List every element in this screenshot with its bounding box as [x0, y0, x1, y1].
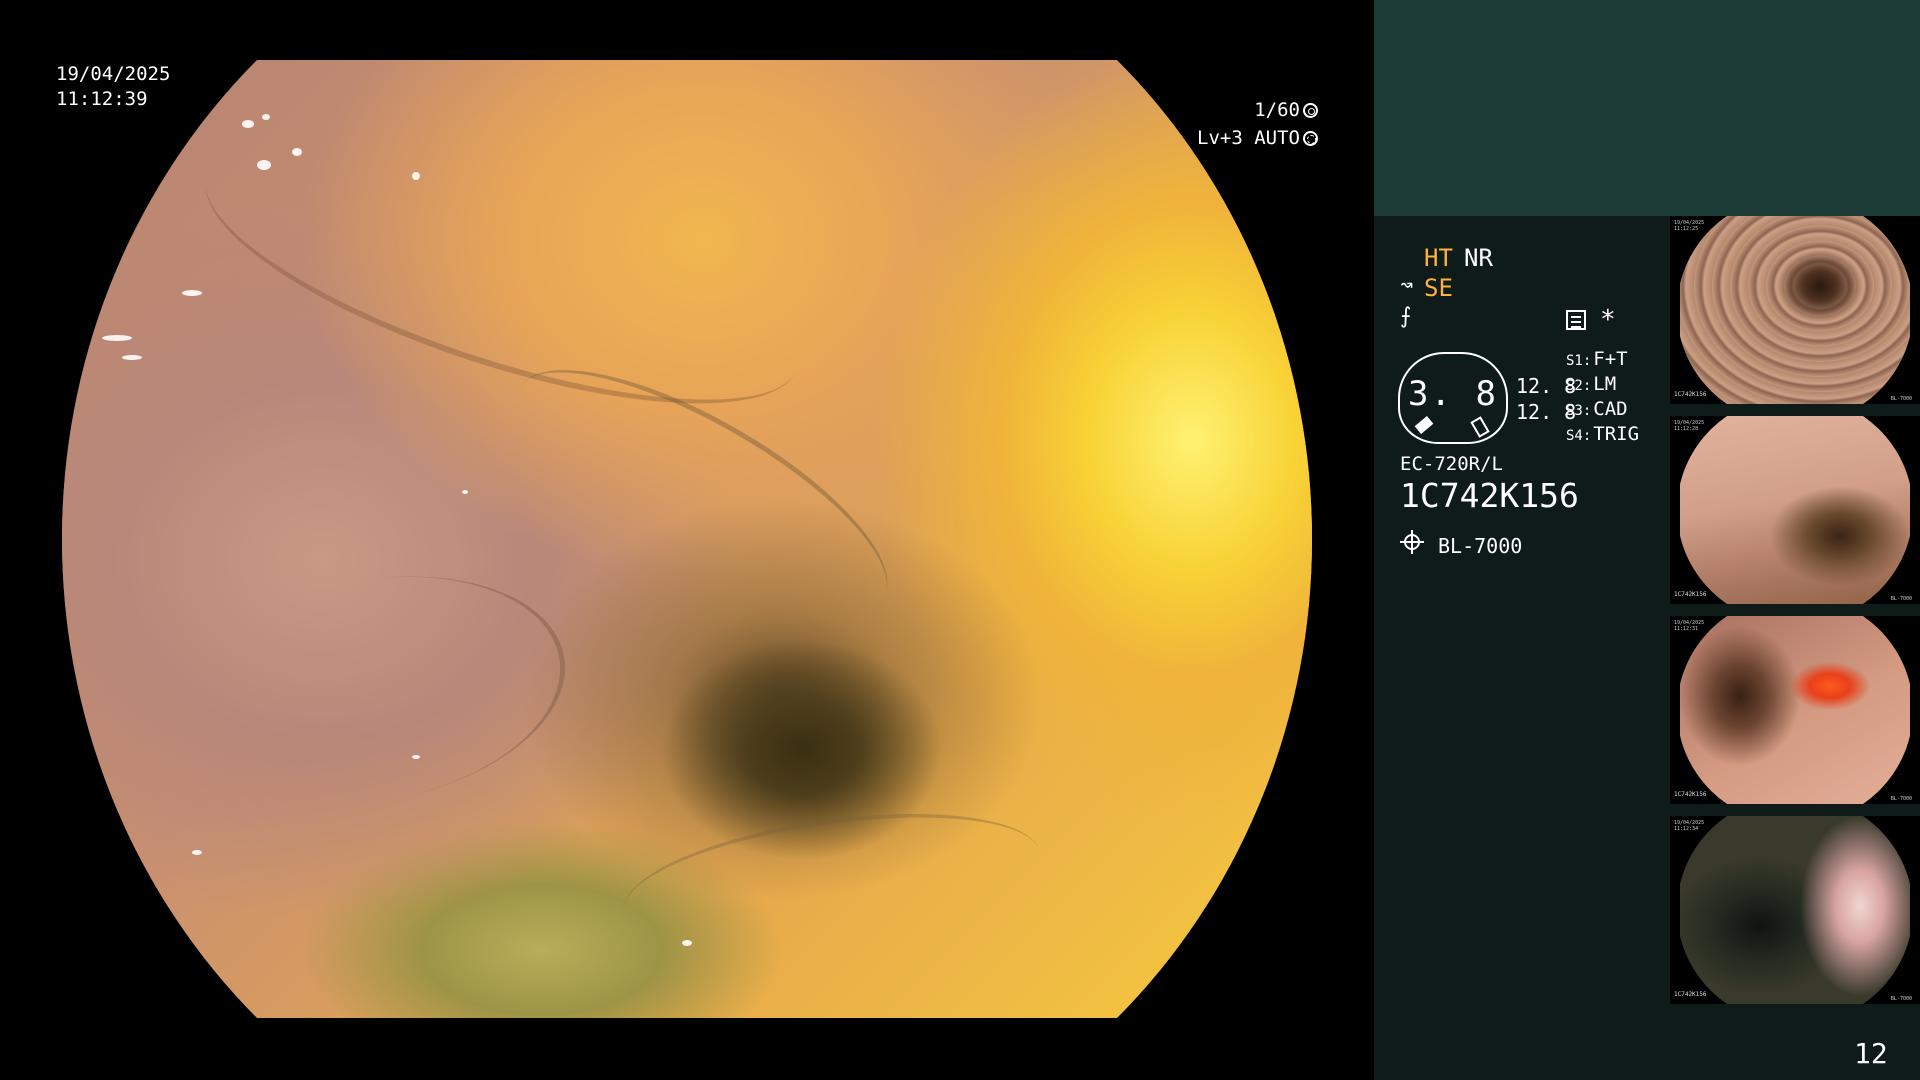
endoscope-live-view: [62, 60, 1312, 1018]
light-source-model: BL-7000: [1438, 534, 1523, 558]
light-source-icon: [1400, 530, 1424, 554]
thumbnail-serial: 1C742K156: [1674, 791, 1707, 798]
light-reflection: [102, 335, 132, 341]
brightness-level: Lv+3 AUTO: [1197, 127, 1300, 149]
scope-serial: 1C742K156: [1400, 476, 1579, 515]
se-indicator: SE: [1424, 274, 1453, 302]
thumbnail-serial: 1C742K156: [1674, 591, 1707, 598]
thumbnail-light: BL-7000: [1890, 396, 1912, 402]
thumbnail-image: [1680, 816, 1910, 1004]
thumbnail-timestamp: 19/04/2025 11:12:28: [1674, 420, 1704, 432]
gauge-marker-icon: [1414, 416, 1434, 434]
light-reflection: [182, 290, 202, 296]
light-reflection: [122, 355, 142, 360]
light-reflection: [682, 940, 692, 946]
mucosal-fold: [483, 324, 921, 661]
captured-thumbnail-1[interactable]: 19/04/2025 11:12:25 1C742K156 BL-7000: [1670, 216, 1920, 404]
switch-value: LM: [1593, 373, 1617, 395]
light-reflection: [462, 490, 468, 494]
thumbnail-timestamp: 19/04/2025 11:12:31: [1674, 620, 1704, 632]
light-reflection: [262, 114, 270, 120]
light-reflection: [292, 148, 302, 156]
thumbnail-light: BL-7000: [1890, 796, 1912, 802]
thumbnail-serial: 1C742K156: [1674, 991, 1707, 998]
switch-value: F+T: [1593, 348, 1628, 370]
record-list-icon: [1566, 310, 1586, 330]
panel-header-area: [1374, 0, 1920, 216]
light-reflection: [242, 120, 254, 128]
auto-iris-icon: [1303, 131, 1318, 146]
captured-thumbnail-4[interactable]: 19/04/2025 11:12:34 1C742K156 BL-7000: [1670, 816, 1920, 1004]
switch-assignment-2: S2: LM: [1566, 373, 1616, 395]
mucosal-fold: [165, 548, 584, 832]
switch-assignment-1: S1: F+T: [1566, 348, 1628, 370]
thumbnail-timestamp: 19/04/2025 11:12:25: [1674, 220, 1704, 232]
switch-key: S4:: [1566, 428, 1592, 444]
switch-key: S2:: [1566, 378, 1592, 394]
asterisk-indicator: *: [1600, 305, 1616, 335]
shutter-readout: 1/60: [1254, 98, 1318, 122]
captured-thumbnail-2[interactable]: 19/04/2025 11:12:28 1C742K156 BL-7000: [1670, 416, 1920, 604]
thumbnail-light: BL-7000: [1890, 996, 1912, 1002]
capture-date: 19/04/2025: [56, 63, 171, 85]
gauge-marker-outline-icon: [1470, 416, 1490, 438]
thumbnail-light: BL-7000: [1890, 596, 1912, 602]
shutter-icon: [1303, 103, 1318, 118]
structure-enhance-icon: ↝: [1400, 273, 1414, 298]
thumbnail-serial: 1C742K156: [1674, 391, 1707, 398]
thumbnail-timestamp: 19/04/2025 11:12:34: [1674, 820, 1704, 832]
shutter-value: 1/60: [1254, 99, 1300, 121]
thumbnail-time: 11:12:34: [1674, 826, 1699, 832]
light-reflection: [412, 755, 420, 759]
switch-assignment-4: S4: TRIG: [1566, 423, 1639, 445]
switch-assignment-3: S3: CAD: [1566, 398, 1628, 420]
enhancement-icon: ⨍: [1400, 304, 1412, 329]
page-number: 12: [1854, 1037, 1888, 1070]
thumbnail-image: [1680, 616, 1910, 804]
captured-thumbnail-3[interactable]: 19/04/2025 11:12:31 1C742K156 BL-7000: [1670, 616, 1920, 804]
ht-indicator: HT: [1424, 244, 1453, 272]
thumbnail-image: [1680, 416, 1910, 604]
light-reflection: [257, 160, 271, 170]
capture-time: 11:12:39: [56, 88, 148, 110]
thumbnail-time: 11:12:25: [1674, 226, 1699, 232]
light-reflection: [192, 850, 202, 855]
magnification-gauge: 3. 8: [1398, 352, 1508, 444]
switch-key: S1:: [1566, 353, 1592, 369]
thumbnail-time: 11:12:28: [1674, 426, 1699, 432]
thumbnail-time: 11:12:31: [1674, 626, 1699, 632]
scope-model: EC-720R/L: [1400, 453, 1503, 475]
switch-value: CAD: [1593, 398, 1628, 420]
thumbnail-image: [1680, 216, 1910, 404]
endoscopy-screen: 19/04/2025 11:12:39 1/60 Lv+3 AUTO HT NR…: [0, 0, 1920, 1080]
switch-key: S3:: [1566, 403, 1592, 419]
switch-value: TRIG: [1593, 423, 1640, 445]
light-reflection: [412, 172, 420, 180]
mucosal-fold: [178, 88, 826, 458]
mucosal-fold: [615, 791, 1049, 973]
gauge-value: 3. 8: [1408, 374, 1498, 414]
brightness-readout: Lv+3 AUTO: [1197, 126, 1318, 150]
nr-indicator: NR: [1464, 244, 1493, 272]
